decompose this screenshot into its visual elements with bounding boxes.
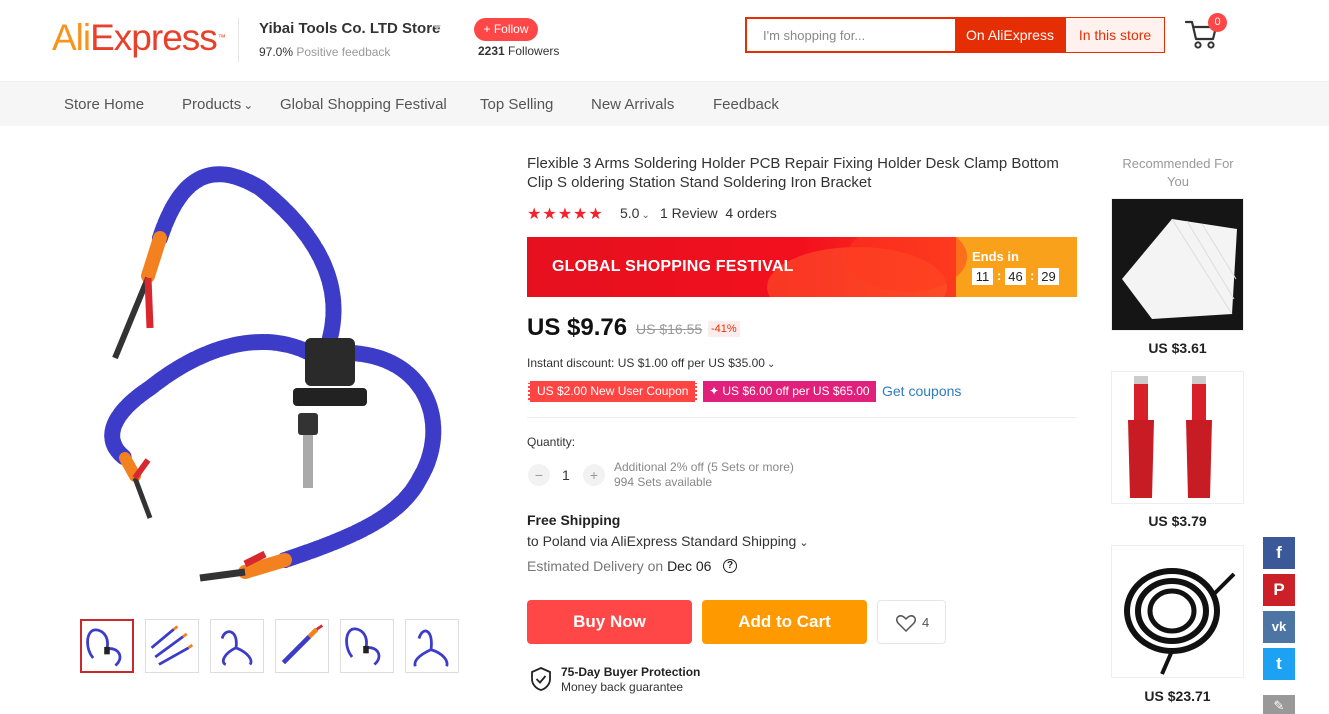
wishlist-count: 4 xyxy=(922,615,930,630)
ends-in-label: Ends in xyxy=(972,249,1019,264)
review-count[interactable]: 1 Review xyxy=(660,205,718,221)
thumbnail-1[interactable] xyxy=(80,619,134,673)
aliexpress-logo[interactable]: AliExpress™ xyxy=(52,18,226,58)
festival-banner-text: GLOBAL SHOPPING FESTIVAL xyxy=(552,258,794,275)
buyer-protection-subtitle: Money back guarantee xyxy=(561,680,684,694)
countdown-seconds: 29 xyxy=(1038,268,1059,285)
buyer-protection-title: 75-Day Buyer Protection xyxy=(561,665,701,679)
edit-icon[interactable]: ✎ xyxy=(1263,695,1295,714)
countdown-minutes: 46 xyxy=(1005,268,1026,285)
vk-share-icon[interactable]: vk xyxy=(1263,611,1295,643)
store-name[interactable]: Yibai Tools Co. LTD Store xyxy=(259,20,440,37)
recommended-item-price: US $3.61 xyxy=(1148,340,1207,356)
shipping-title: Free Shipping xyxy=(527,512,621,528)
recommended-title: Recommended For You xyxy=(1122,156,1234,189)
store-coupon[interactable]: ✦ US $6.00 off per US $65.00 xyxy=(703,381,876,402)
feedback-label: Positive feedback xyxy=(296,45,391,59)
heart-icon xyxy=(896,615,916,632)
buy-now-button[interactable]: Buy Now xyxy=(527,600,692,644)
quantity-label: Quantity: xyxy=(527,435,576,449)
shipping-destination[interactable]: to Poland via AliExpress Standard Shippi… xyxy=(527,533,809,549)
nav-new-arrivals[interactable]: New Arrivals xyxy=(591,96,674,113)
quantity-increase-button[interactable]: + xyxy=(583,464,605,486)
rating-stars: ★★★★★ xyxy=(527,206,604,223)
quantity-note: Additional 2% off (5 Sets or more) 994 Se… xyxy=(614,460,794,489)
recommended-item-image[interactable] xyxy=(1111,545,1244,678)
follow-button[interactable]: + Follow xyxy=(474,18,538,41)
chevron-down-icon: ⌄ xyxy=(799,537,809,549)
search-input[interactable]: I'm shopping for... xyxy=(745,17,955,53)
quantity-input[interactable]: 1 xyxy=(562,467,570,483)
thumbnail-4[interactable] xyxy=(275,619,329,673)
countdown-hours: 11 xyxy=(972,268,993,285)
chevron-down-icon: ⌄ xyxy=(641,210,650,221)
recommended-item-price: US $23.71 xyxy=(1144,688,1211,704)
countdown-separator: : xyxy=(997,268,1002,283)
discount-badge: -41% xyxy=(708,321,740,337)
sparkle-icon: ✦ xyxy=(709,384,723,398)
order-count: 4 orders xyxy=(725,205,777,221)
thumbnail-2[interactable] xyxy=(145,619,199,673)
store-feedback: 97.0% Positive feedback xyxy=(259,45,390,59)
nav-global-shopping-festival[interactable]: Global Shopping Festival xyxy=(280,96,447,113)
thumbnail-5[interactable] xyxy=(340,619,394,673)
caret-down-icon[interactable] xyxy=(433,25,441,30)
header-divider xyxy=(238,18,239,62)
nav-feedback[interactable]: Feedback xyxy=(713,96,779,113)
pinterest-share-icon[interactable]: P xyxy=(1263,574,1295,606)
thumbnail-3[interactable] xyxy=(210,619,264,673)
original-price: US $16.55 xyxy=(636,321,703,337)
add-to-cart-button[interactable]: Add to Cart xyxy=(702,600,867,644)
search-on-aliexpress-button[interactable]: On AliExpress xyxy=(955,17,1065,53)
cart-count-badge: 0 xyxy=(1208,13,1227,32)
followers-count: 2231 Followers xyxy=(478,44,560,58)
divider xyxy=(527,417,1077,418)
thumbnail-6[interactable] xyxy=(405,619,459,673)
facebook-share-icon[interactable]: f xyxy=(1263,537,1295,569)
estimated-delivery: Estimated Delivery on Dec 06 xyxy=(527,558,712,574)
search-in-store-button[interactable]: In this store xyxy=(1065,17,1165,53)
nav-store-home[interactable]: Store Home xyxy=(64,96,144,113)
question-icon[interactable]: ? xyxy=(723,559,737,573)
rating-value[interactable]: 5.0 ⌄ xyxy=(620,205,650,221)
recommended-item-image[interactable] xyxy=(1111,198,1244,331)
feedback-percent: 97.0% xyxy=(259,45,294,59)
reviews-orders[interactable]: 1 Review 4 orders xyxy=(660,205,777,221)
quantity-decrease-button[interactable]: − xyxy=(528,464,550,486)
nav-products[interactable]: Products ⌄ xyxy=(182,96,253,113)
chevron-down-icon: ⌄ xyxy=(766,359,776,370)
chevron-down-icon: ⌄ xyxy=(243,98,254,112)
shield-check-icon xyxy=(531,667,551,691)
product-main-image[interactable] xyxy=(90,158,490,598)
get-coupons-link[interactable]: Get coupons xyxy=(882,383,961,399)
recommended-item-image[interactable] xyxy=(1111,371,1244,504)
countdown-separator: : xyxy=(1030,268,1035,283)
nav-top-selling[interactable]: Top Selling xyxy=(480,96,553,113)
new-user-coupon[interactable]: US $2.00 New User Coupon xyxy=(528,381,698,402)
recommended-item-price: US $3.79 xyxy=(1148,513,1207,529)
twitter-share-icon[interactable]: t xyxy=(1263,648,1295,680)
current-price: US $9.76 xyxy=(527,314,628,341)
wishlist-button[interactable]: 4 xyxy=(877,600,946,644)
product-title: Flexible 3 Arms Soldering Holder PCB Rep… xyxy=(527,155,1059,191)
instant-discount[interactable]: Instant discount: US $1.00 off per US $3… xyxy=(527,356,775,370)
